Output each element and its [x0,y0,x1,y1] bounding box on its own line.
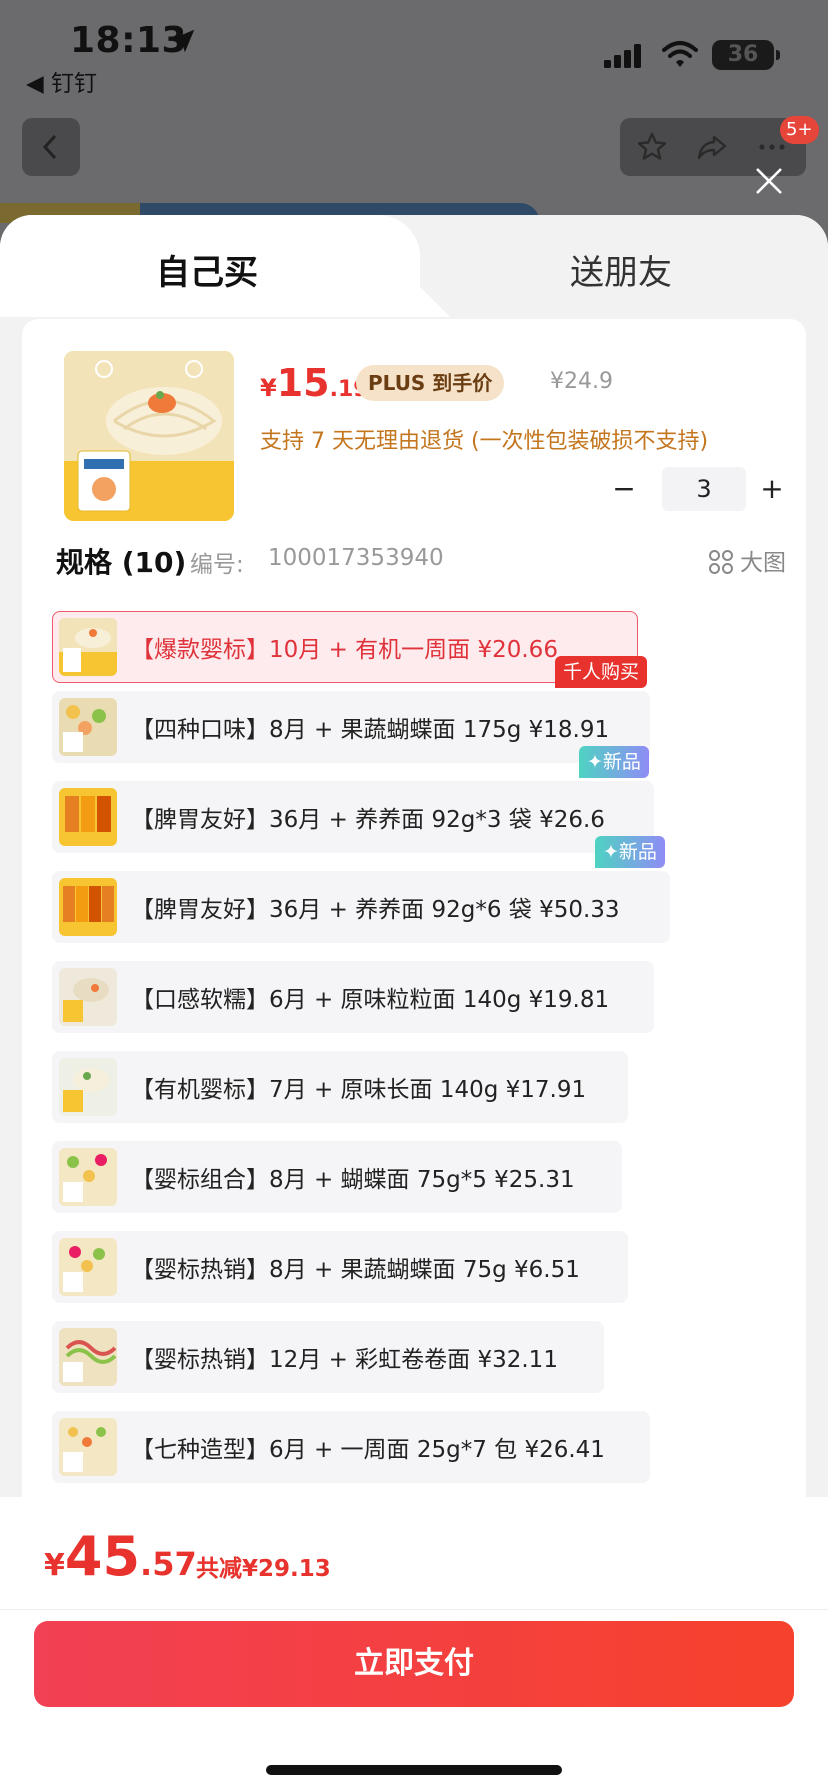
spec-thumbnail [59,698,117,756]
spec-option[interactable]: ✦新品 【脾胃友好】36月 + 养养面 92g*3 袋 ¥26.6 [52,746,654,853]
spec-option[interactable]: 【婴标热销】12月 + 彩虹卷卷面 ¥32.11 [52,1321,604,1393]
spec-option-label: 【有机婴标】7月 + 原味长面 140g ¥17.91 [131,1077,587,1103]
increase-quantity-button[interactable]: + [754,467,790,511]
current-price: ¥15.19 [260,361,369,405]
spec-thumbnail [59,1148,117,1206]
noodle-product-illustration [64,351,234,521]
back-to-app-link[interactable]: ◀ 钉钉 [26,64,97,98]
plus-price-badge: PLUS 到手价 [356,365,505,401]
spec-option-label: 【脾胃友好】36月 + 养养面 92g*6 袋 ¥50.33 [131,897,620,923]
total-price: ¥45.57 [44,1525,197,1588]
spec-thumbnail [59,1058,117,1116]
chevron-left-icon [42,134,57,160]
total-decimal: .57 [140,1545,197,1583]
quantity-stepper: − 3 + [606,467,786,511]
pay-now-button[interactable]: 立即支付 [34,1621,794,1707]
tab-self-buy[interactable]: 自己买 [0,215,420,317]
purchase-tabs: 自己买 送朋友 [0,215,828,317]
spec-option-label: 【爆款婴标】10月 + 有机一周面 ¥20.66 [131,637,558,663]
spec-option-label: 【婴标热销】12月 + 彩虹卷卷面 ¥32.11 [131,1347,558,1373]
tab-gift-friend[interactable]: 送朋友 [420,215,828,317]
location-arrow-icon [171,29,195,53]
spec-option[interactable]: ✦新品 【脾胃友好】36月 + 养养面 92g*6 袋 ¥50.33 [52,836,670,943]
spec-thumbnail [59,1238,117,1296]
big-view-toggle[interactable]: 大图 [708,543,786,577]
spec-option[interactable]: 【七种造型】6月 + 一周面 25g*7 包 ¥26.41 [52,1411,650,1483]
notification-badge: 5+ [780,116,819,144]
close-icon[interactable] [752,164,786,198]
spec-option-label: 【婴标热销】8月 + 果蔬蝴蝶面 75g ¥6.51 [131,1257,580,1283]
quantity-input[interactable]: 3 [662,467,746,511]
tab-gift-friend-label: 送朋友 [570,253,672,293]
total-integer: 45 [64,1525,141,1588]
spec-option-label: 【七种造型】6月 + 一周面 25g*7 包 ¥26.41 [131,1437,605,1463]
spec-code-label: 编号: [190,552,244,578]
battery-icon: 36 [712,40,780,70]
new-product-tag: ✦新品 [579,746,649,778]
total-symbol: ¥ [44,1548,65,1583]
total-saving: 共减¥29.13 [196,1556,331,1582]
return-policy-text: 支持 7 天无理由退货 (一次性包装破损不支持) [260,429,709,454]
divider [0,1609,828,1610]
original-price: ¥24.9 [550,369,613,394]
cellular-signal-icon [604,44,641,68]
wifi-icon [662,41,698,67]
spec-thumbnail [59,1418,117,1476]
hot-seller-tag: 千人购买 [555,656,648,688]
new-product-tag: ✦新品 [595,836,665,868]
spec-header: 规格 (10) 编号: 100017353940 大图 [56,541,786,581]
product-image[interactable] [64,351,234,521]
spec-option[interactable]: 【爆款婴标】10月 + 有机一周面 ¥20.66 [52,611,638,683]
spec-option[interactable]: 【有机婴标】7月 + 原味长面 140g ¥17.91 [52,1051,628,1123]
spec-option[interactable]: 【婴标热销】8月 + 果蔬蝴蝶面 75g ¥6.51 [52,1231,628,1303]
spec-thumbnail [59,788,117,846]
spec-option[interactable]: 千人购买 【四种口味】8月 + 果蔬蝴蝶面 175g ¥18.91 [52,656,650,763]
spec-thumbnail [59,968,117,1026]
favorite-star-icon[interactable] [636,131,668,163]
checkout-bar: ¥45.57 共减¥29.13 立即支付 [0,1497,828,1792]
price-symbol: ¥ [260,374,277,402]
product-card: ¥15.19 PLUS 到手价 ¥24.9 支持 7 天无理由退货 (一次性包装… [22,319,806,1519]
grid-view-icon [709,550,733,574]
spec-thumbnail [59,878,117,936]
spec-option-label: 【口感软糯】6月 + 原味粒粒面 140g ¥19.81 [131,987,610,1013]
share-icon[interactable] [696,131,728,163]
spec-title: 规格 (10) [56,546,187,579]
spec-code: 100017353940 [268,545,444,571]
tab-self-buy-label: 自己买 [156,253,258,293]
spec-option-label: 【婴标组合】8月 + 蝴蝶面 75g*5 ¥25.31 [131,1167,575,1193]
spec-option-label: 【脾胃友好】36月 + 养养面 92g*3 袋 ¥26.6 [131,807,605,833]
spec-option-label: 【四种口味】8月 + 果蔬蝴蝶面 175g ¥18.91 [131,717,610,743]
big-view-label: 大图 [740,550,786,576]
decrease-quantity-button[interactable]: − [606,467,642,511]
status-bar: 18:13 ◀ 钉钉 36 [0,0,828,110]
price-integer: 15 [276,361,330,405]
spec-thumbnail [59,1328,117,1386]
home-indicator [266,1765,562,1775]
battery-level: 36 [727,42,759,67]
spec-option[interactable]: 【婴标组合】8月 + 蝴蝶面 75g*5 ¥25.31 [52,1141,622,1213]
spec-thumbnail [59,618,117,676]
spec-option[interactable]: 【口感软糯】6月 + 原味粒粒面 140g ¥19.81 [52,961,654,1033]
nav-back-button[interactable] [22,118,80,176]
